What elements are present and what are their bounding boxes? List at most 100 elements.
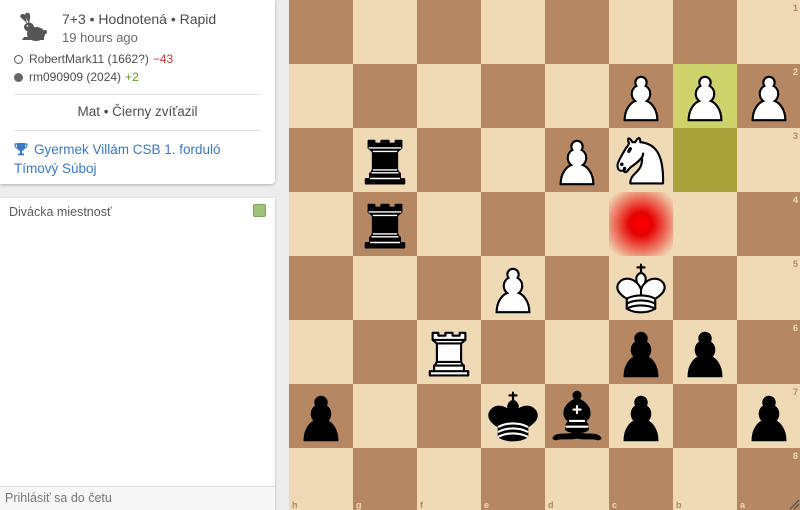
rabbit-icon	[20, 12, 47, 41]
square-a7[interactable]: 7	[737, 384, 800, 448]
chat-toggle[interactable]	[253, 204, 266, 217]
square-f6[interactable]	[417, 320, 481, 384]
square-f8[interactable]: f	[417, 448, 481, 510]
square-g4[interactable]	[353, 192, 417, 256]
square-b2[interactable]	[673, 64, 737, 128]
square-d7[interactable]	[545, 384, 609, 448]
chess-board[interactable]: 1 2 3 4 5 6 7 h g f e d c b 8 a	[289, 0, 800, 510]
black-bishop-icon[interactable]	[545, 384, 609, 448]
square-h6[interactable]	[289, 320, 353, 384]
square-c6[interactable]	[609, 320, 673, 384]
black-pawn-icon[interactable]	[737, 384, 800, 448]
square-d3[interactable]	[545, 128, 609, 192]
square-a4[interactable]: 4	[737, 192, 800, 256]
square-c2[interactable]	[609, 64, 673, 128]
square-g8[interactable]: g	[353, 448, 417, 510]
square-a2[interactable]: 2	[737, 64, 800, 128]
trophy-icon	[14, 143, 28, 156]
square-e2[interactable]	[481, 64, 545, 128]
white-knight-icon[interactable]	[609, 128, 673, 192]
square-a5[interactable]: 5	[737, 256, 800, 320]
square-e7[interactable]	[481, 384, 545, 448]
square-d1[interactable]	[545, 0, 609, 64]
square-e4[interactable]	[481, 192, 545, 256]
black-rook-icon[interactable]	[353, 192, 417, 256]
square-c8[interactable]: c	[609, 448, 673, 510]
square-f4[interactable]	[417, 192, 481, 256]
square-g1[interactable]	[353, 0, 417, 64]
square-h5[interactable]	[289, 256, 353, 320]
white-pawn-icon[interactable]	[673, 64, 737, 128]
square-b6[interactable]	[673, 320, 737, 384]
black-pawn-icon[interactable]	[289, 384, 353, 448]
square-d2[interactable]	[545, 64, 609, 128]
tournament-link[interactable]: Gyermek Villám CSB 1. forduló Tímový Súb…	[14, 140, 266, 178]
square-h7[interactable]	[289, 384, 353, 448]
square-e6[interactable]	[481, 320, 545, 384]
white-player-link[interactable]: RobertMark11 (1662?)	[29, 52, 149, 66]
rank-label: 4	[792, 195, 798, 205]
square-b7[interactable]	[673, 384, 737, 448]
square-d5[interactable]	[545, 256, 609, 320]
square-c3[interactable]	[609, 128, 673, 192]
square-f1[interactable]	[417, 0, 481, 64]
chat-login-prompt: Prihlásiť sa do četu	[5, 491, 112, 505]
game-result: Mat • Čierny zvíťazil	[77, 104, 198, 119]
white-pawn-icon[interactable]	[609, 64, 673, 128]
square-b5[interactable]	[673, 256, 737, 320]
black-king-icon[interactable]	[481, 384, 545, 448]
white-rating-diff: −43	[152, 52, 174, 66]
square-h1[interactable]	[289, 0, 353, 64]
square-f3[interactable]	[417, 128, 481, 192]
square-d4[interactable]	[545, 192, 609, 256]
square-h2[interactable]	[289, 64, 353, 128]
black-pawn-icon[interactable]	[609, 384, 673, 448]
square-d8[interactable]: d	[545, 448, 609, 510]
square-e3[interactable]	[481, 128, 545, 192]
white-pawn-icon[interactable]	[481, 256, 545, 320]
rank-label: 6	[792, 323, 798, 333]
square-h3[interactable]	[289, 128, 353, 192]
black-pawn-icon[interactable]	[609, 320, 673, 384]
white-rook-icon[interactable]	[417, 320, 481, 384]
square-g6[interactable]	[353, 320, 417, 384]
file-label: g	[356, 500, 362, 510]
rank-label: 1	[792, 3, 798, 13]
square-f5[interactable]	[417, 256, 481, 320]
square-a1[interactable]: 1	[737, 0, 800, 64]
square-c1[interactable]	[609, 0, 673, 64]
square-g7[interactable]	[353, 384, 417, 448]
square-f2[interactable]	[417, 64, 481, 128]
square-b8[interactable]: b	[673, 448, 737, 510]
square-d6[interactable]	[545, 320, 609, 384]
square-h8[interactable]: h	[289, 448, 353, 510]
square-a6[interactable]: 6	[737, 320, 800, 384]
square-e1[interactable]	[481, 0, 545, 64]
square-b1[interactable]	[673, 0, 737, 64]
square-e8[interactable]: e	[481, 448, 545, 510]
chat-input[interactable]: Prihlásiť sa do četu	[0, 486, 275, 510]
black-rook-icon[interactable]	[353, 128, 417, 192]
square-c4[interactable]	[609, 192, 673, 256]
square-c7[interactable]	[609, 384, 673, 448]
square-f7[interactable]	[417, 384, 481, 448]
chat-title: Divácka miestnosť	[9, 205, 112, 219]
square-g5[interactable]	[353, 256, 417, 320]
white-pawn-icon[interactable]	[737, 64, 800, 128]
black-rating-diff: +2	[125, 70, 139, 84]
square-h4[interactable]	[289, 192, 353, 256]
divider	[14, 130, 261, 131]
square-e5[interactable]	[481, 256, 545, 320]
square-g2[interactable]	[353, 64, 417, 128]
white-king-icon[interactable]	[609, 256, 673, 320]
square-c5[interactable]	[609, 256, 673, 320]
black-player-link[interactable]: rm090909 (2024)	[29, 70, 121, 84]
black-pawn-icon[interactable]	[673, 320, 737, 384]
white-pawn-icon[interactable]	[545, 128, 609, 192]
square-g3[interactable]	[353, 128, 417, 192]
board-resize-icon[interactable]	[788, 498, 800, 510]
square-b3[interactable]	[673, 128, 737, 192]
square-a3[interactable]: 3	[737, 128, 800, 192]
rank-label: 8	[792, 451, 798, 461]
square-b4[interactable]	[673, 192, 737, 256]
